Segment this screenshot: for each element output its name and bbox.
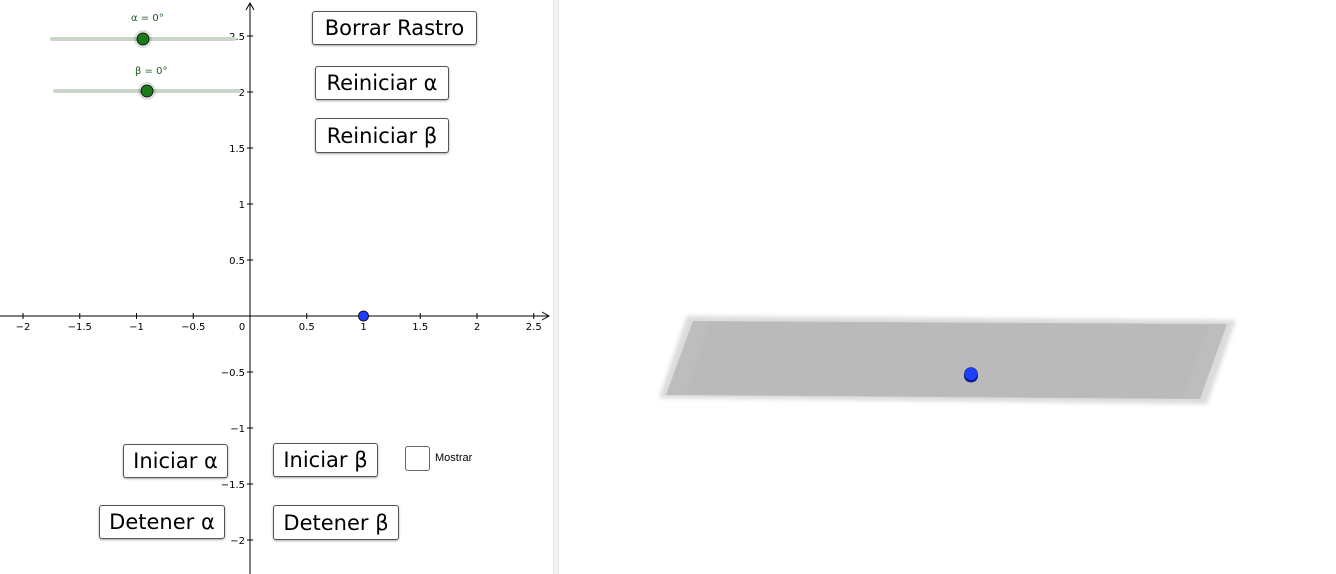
x-tick-label: −0.5 [181,322,205,333]
x-tick-label: 2 [474,322,480,333]
slider-alpha-label: α = 0° [131,13,164,24]
detener-beta-button[interactable]: Detener β [273,505,399,540]
x-tick-label: 0.5 [299,322,315,333]
x-tick-label: 1.5 [412,322,428,333]
slider-beta-label: β = 0° [135,66,168,77]
reiniciar-alpha-button[interactable]: Reiniciar α [315,66,449,100]
y-tick-label: −0.5 [221,368,245,379]
y-tick-label: 0.5 [229,256,245,267]
slider-beta-knob[interactable] [140,84,154,98]
x-tick-label: −1 [129,322,144,333]
xy-plane[interactable] [659,316,1236,404]
slider-alpha[interactable] [48,28,238,50]
graphics-view-2d[interactable]: −2 −1.5 −1 −0.5 0 0.5 1 1.5 2 2.5 2.5 2 1.5 1 0.5 −0.5… [0,0,553,574]
mostrar-checkbox[interactable] [405,446,430,471]
graphics-3d-canvas [659,316,1236,404]
y-tick-label: 1.5 [229,144,245,155]
slider-beta[interactable] [51,80,243,102]
point-p[interactable] [358,310,369,322]
x-tick-label: −2 [16,322,31,333]
mostrar-checkbox-label: Mostrar [435,452,473,464]
graphics-view-3d[interactable] [559,0,1336,574]
y-tick-label: −1 [230,424,245,435]
plane-inner [685,322,1209,398]
iniciar-beta-button[interactable]: Iniciar β [273,443,378,477]
y-tick-label: −1.5 [221,480,245,491]
point-3d[interactable] [964,367,978,383]
x-tick-label: 2.5 [526,322,542,333]
x-tick-label: 0 [239,322,245,333]
iniciar-alpha-button[interactable]: Iniciar α [123,444,228,478]
borrar-rastro-button[interactable]: Borrar Rastro [312,11,477,45]
y-tick-label: 1 [239,200,245,211]
detener-alpha-button[interactable]: Detener α [99,505,225,539]
point-3d-marker[interactable] [964,367,978,381]
x-tick-label: −1.5 [68,322,92,333]
geogebra-applet: −2 −1.5 −1 −0.5 0 0.5 1 1.5 2 2.5 2.5 2 1.5 1 0.5 −0.5… [0,0,1336,574]
reiniciar-beta-button[interactable]: Reiniciar β [315,118,449,153]
x-tick-label: 1 [360,322,366,333]
y-tick-label: −2 [230,536,245,547]
slider-alpha-knob[interactable] [136,32,150,46]
